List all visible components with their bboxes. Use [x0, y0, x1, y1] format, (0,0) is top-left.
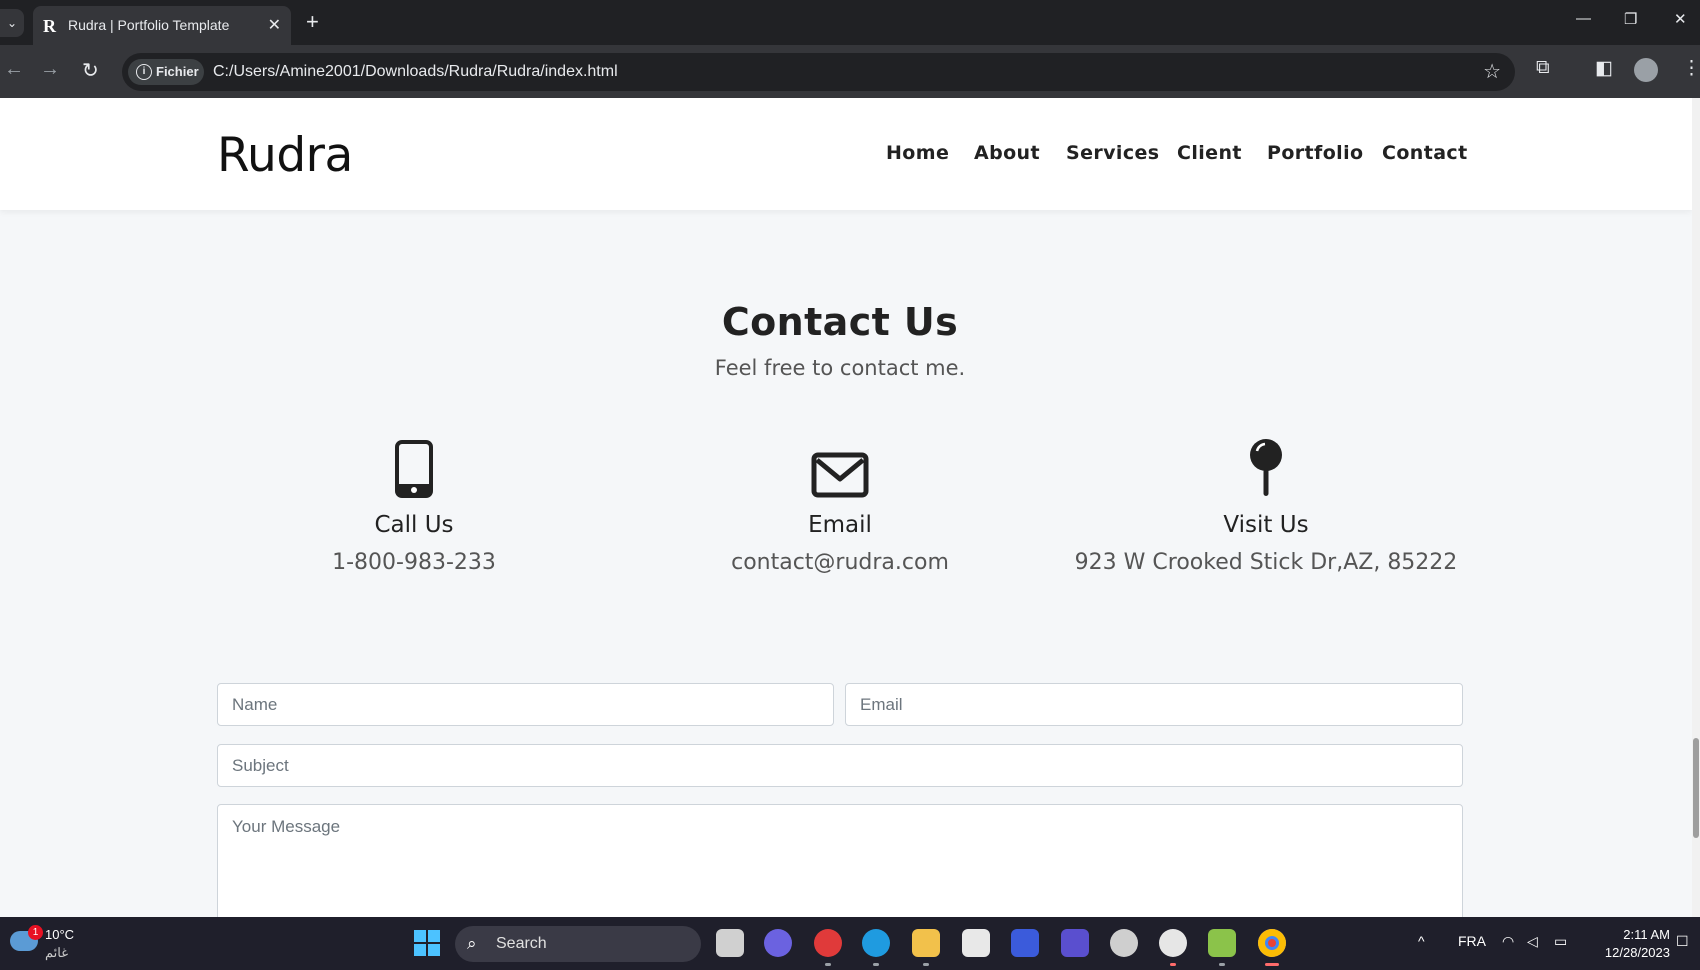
tab-favicon-icon: R: [43, 16, 56, 36]
start-windows-icon[interactable]: [414, 930, 440, 956]
chip-label: Fichier: [156, 64, 199, 79]
search-icon: ⌕: [467, 934, 477, 953]
close-window-icon[interactable]: ✕: [1674, 10, 1687, 28]
running-indicator: [923, 963, 929, 966]
profile-avatar[interactable]: [1634, 58, 1658, 82]
chrome-icon[interactable]: [1258, 929, 1286, 957]
section-subtitle: Feel free to contact me.: [714, 356, 966, 380]
active-indicator: [1265, 963, 1279, 966]
app-icon-hex[interactable]: [1061, 929, 1089, 957]
weather-condition: غائم: [45, 945, 69, 960]
running-indicator: [1170, 963, 1176, 966]
clock-app-icon[interactable]: [1110, 929, 1138, 957]
page-viewport: Rudra Home About Services Client Portfol…: [0, 98, 1700, 917]
url-text[interactable]: C:/Users/Amine2001/Downloads/Rudra/Rudra…: [213, 63, 618, 81]
nav-link-services[interactable]: Services: [1066, 142, 1160, 164]
nav-link-contact[interactable]: Contact: [1382, 142, 1468, 164]
language-indicator[interactable]: FRA: [1458, 933, 1486, 949]
nav-link-home[interactable]: Home: [886, 142, 949, 164]
nav-link-portfolio[interactable]: Portfolio: [1267, 142, 1363, 164]
message-textarea[interactable]: [217, 804, 1463, 917]
forward-icon[interactable]: →: [40, 58, 60, 81]
taskbar-search[interactable]: ⌕ Search: [455, 926, 701, 962]
chevron-up-icon[interactable]: ^: [1418, 933, 1425, 949]
app-icon-gauge[interactable]: [1159, 929, 1187, 957]
clock-time: 2:11 AM: [1623, 927, 1670, 942]
reload-icon[interactable]: ↻: [82, 58, 99, 83]
weather-badge: 1: [28, 925, 43, 940]
back-icon[interactable]: ←: [4, 58, 24, 81]
browser-toolbar: ← → ↻ i Fichier C:/Users/Amine2001/Downl…: [0, 45, 1700, 98]
name-input[interactable]: [217, 683, 834, 726]
app-icon-game[interactable]: [1208, 929, 1236, 957]
windows-taskbar: 1 10°C غائم ⌕ Search ^ FRA ◠ ◁ ▭ 2:11 AM…: [0, 917, 1700, 970]
browser-tab-bar: ⌄ R Rudra | Portfolio Template ✕ + — ❐ ✕: [0, 0, 1700, 45]
tab-title: Rudra | Portfolio Template: [68, 17, 230, 33]
browser-tab-active[interactable]: R Rudra | Portfolio Template ✕: [33, 6, 291, 45]
battery-icon[interactable]: ▭: [1554, 933, 1567, 950]
extensions-icon[interactable]: ⧉: [1536, 57, 1550, 79]
tab-close-icon[interactable]: ✕: [268, 15, 281, 35]
running-indicator: [825, 963, 831, 966]
menu-kebab-icon[interactable]: ⋮: [1682, 57, 1700, 80]
visit-us-title: Visit Us: [1223, 512, 1309, 538]
clock-date: 12/28/2023: [1604, 945, 1670, 960]
meet-icon[interactable]: [764, 929, 792, 957]
nav-link-client[interactable]: Client: [1177, 142, 1242, 164]
edge-icon[interactable]: [862, 929, 890, 957]
restore-icon[interactable]: ❐: [1624, 10, 1637, 28]
app-icon-ai[interactable]: [1011, 929, 1039, 957]
site-brand-logo[interactable]: Rudra: [217, 128, 353, 183]
weather-temperature: 10°C: [45, 927, 75, 942]
nav-link-about[interactable]: About: [974, 142, 1040, 164]
running-indicator: [1219, 963, 1225, 966]
file-explorer-icon[interactable]: [912, 929, 940, 957]
new-tab-button[interactable]: +: [306, 9, 319, 35]
wifi-icon[interactable]: ◠: [1502, 933, 1514, 950]
subject-input[interactable]: [217, 744, 1463, 787]
map-pin-icon: [1006, 438, 1526, 498]
running-indicator: [873, 963, 879, 966]
bookmark-star-icon[interactable]: ☆: [1483, 59, 1501, 84]
taskbar-search-label: Search: [496, 935, 547, 952]
address-bar[interactable]: i Fichier C:/Users/Amine2001/Downloads/R…: [122, 53, 1515, 91]
opera-icon[interactable]: [814, 929, 842, 957]
task-view-icon[interactable]: [716, 929, 744, 957]
scrollbar-thumb[interactable]: [1693, 738, 1699, 838]
volume-icon[interactable]: ◁: [1527, 933, 1538, 950]
visit-us-value: 923 W Crooked Stick Dr,AZ, 85222: [1074, 550, 1458, 575]
side-panel-icon[interactable]: ◧: [1595, 57, 1613, 80]
minimize-icon[interactable]: —: [1576, 10, 1591, 27]
info-icon: i: [136, 64, 152, 80]
notification-icon[interactable]: ☐: [1676, 933, 1689, 950]
section-title: Contact Us: [721, 300, 959, 344]
tab-search-button[interactable]: ⌄: [0, 9, 24, 37]
email-input[interactable]: [845, 683, 1463, 726]
system-clock[interactable]: 2:11 AM 12/28/2023: [1605, 926, 1670, 962]
page-scrollbar[interactable]: [1692, 98, 1700, 917]
site-header: Rudra Home About Services Client Portfol…: [0, 98, 1692, 210]
contact-info-visit: Visit Us 923 W Crooked Stick Dr,AZ, 8522…: [1006, 438, 1526, 575]
microsoft-store-icon[interactable]: [962, 929, 990, 957]
